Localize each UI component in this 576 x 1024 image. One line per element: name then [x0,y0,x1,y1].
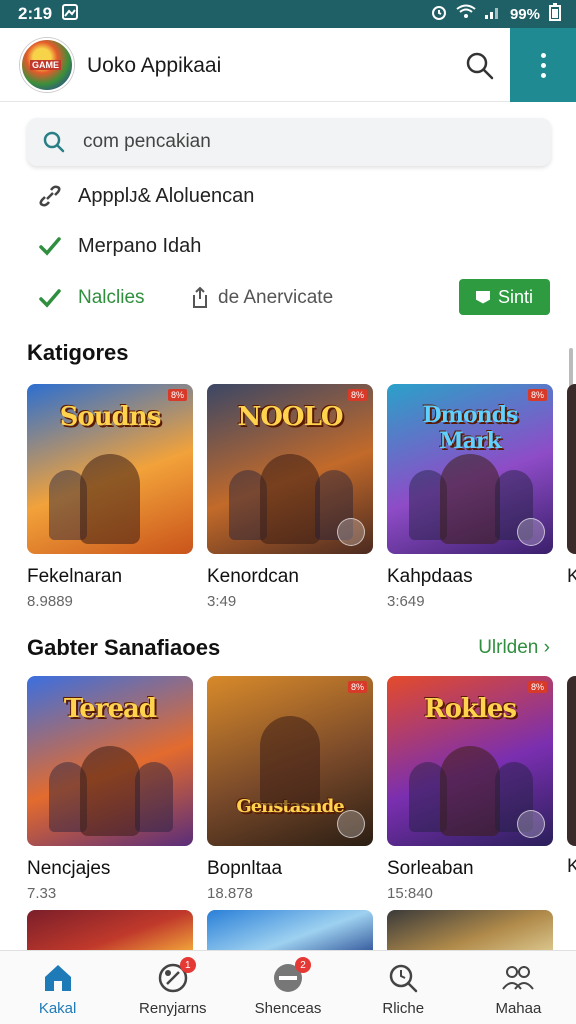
suggestion-label: Merpano Idah [78,234,202,257]
filter-label: Nalclies [78,287,145,308]
category-card[interactable]: Soudns 8% Fekelnaran 8.9889 [27,384,193,610]
filter-row: Nalclies de Anervicate Sinti [36,279,556,316]
filter-chip[interactable]: Nalclies [36,284,145,312]
nav-label: Renyjarns [139,1000,207,1017]
suggestion-item[interactable]: Appplᴊ& Aloluencan [36,182,254,210]
nav-games[interactable]: 1 Renyjarns [115,951,230,1024]
card-thumbnail: Soudns 8% [27,384,193,554]
card-meta: 3:49 [207,593,237,610]
status-time: 2:19 [18,4,53,23]
nav-home[interactable]: Kakal [0,951,115,1024]
game-card[interactable]: Teread Nencjajes 7.33 [27,676,193,902]
suggestion-label: Appplᴊ& Aloluencan [78,184,255,207]
search-button[interactable] [462,48,498,84]
category-card[interactable]: Dmonds Mark 8% Kahpdaas 3:649 [387,384,553,610]
share-icon [190,287,210,309]
card-thumbnail[interactable] [387,910,553,950]
notification-badge: 1 [179,957,196,973]
wifi-icon [456,4,476,24]
game-card[interactable]: Rokles 8% Sorleaban 15:840 [387,676,553,902]
expand-icon[interactable] [337,810,365,838]
card-peek-title: K [567,856,576,877]
section-title: Gabter Sanafiaoes [27,635,221,660]
nav-search[interactable]: Rliche [346,951,461,1024]
people-icon [501,961,535,995]
app-title: Uoko Appikaai [87,54,222,77]
image-notification-icon [62,3,79,25]
card-thumbnail: Genstasnde 8% [207,676,373,846]
card-thumbnail: Teread [27,676,193,846]
bottom-navigation: Kakal 1 Renyjarns 2 Shenceas Rliche Maha… [0,950,576,1024]
signal-icon [484,4,502,24]
card-meta: 15:840 [387,885,433,902]
search-icon [466,52,494,80]
suggestion-item[interactable]: Merpano Idah [36,232,201,260]
see-more-link[interactable]: Ulrlden › [478,637,550,659]
card-meta: 8.9889 [27,593,73,610]
card-peek-title: K [567,566,576,587]
link-icon [36,182,64,210]
search-icon [386,961,420,995]
card-title: Bopnltaa [207,858,283,879]
card-title: Kahpdaas [387,566,473,587]
nav-label: Shenceas [254,1000,322,1017]
card-thumbnail: NOOLO 8% [207,384,373,554]
nav-downloads[interactable]: 2 Shenceas [230,951,345,1024]
search-text: com pencakian [83,131,211,152]
card-title: Nencjajes [27,858,111,879]
tag-icon [475,290,490,304]
battery-percent: 99% [509,5,540,23]
card-thumbnail: Dmonds Mark 8% [387,384,553,554]
app-logo[interactable]: GAME [20,38,74,92]
more-vert-icon [540,52,546,78]
nav-label: Kakal [38,1000,77,1017]
controller-icon: 1 [156,957,196,995]
battery-icon [548,3,562,25]
home-icon [41,961,75,995]
search-icon [43,131,65,153]
check-link-icon [36,232,64,260]
notification-badge: 2 [295,957,311,973]
filter-label: de Anervicate [218,287,334,308]
nav-label: Mahaa [495,1000,542,1017]
section-title: Katigores [27,340,129,365]
check-link-icon [36,284,64,312]
alarm-icon [430,3,448,25]
filter-chip[interactable]: de Anervicate [190,287,333,309]
card-title: Sorleaban [387,858,474,879]
status-bar: 2:19 99% [0,0,576,28]
card-meta: 18.878 [207,885,253,902]
expand-icon[interactable] [517,810,545,838]
card-title: Kenordcan [207,566,299,587]
card-meta: 3:649 [387,593,425,610]
card-peek[interactable] [567,676,576,846]
nav-label: Rliche [382,1000,425,1017]
game-card[interactable]: Genstasnde 8% Bopnltaa 18.878 [207,676,373,902]
nav-people[interactable]: Mahaa [461,951,576,1024]
category-card[interactable]: NOOLO 8% Kenordcan 3:49 [207,384,373,610]
search-input[interactable]: com pencakian [27,118,551,166]
expand-icon[interactable] [517,518,545,546]
card-title: Fekelnaran [27,566,123,587]
card-thumbnail[interactable] [207,910,373,950]
card-thumbnail[interactable] [27,910,193,950]
card-peek[interactable] [567,384,576,554]
overflow-menu-button[interactable] [510,28,576,102]
expand-icon[interactable] [337,518,365,546]
card-meta: 7.33 [27,885,57,902]
download-icon: 2 [271,957,311,995]
card-thumbnail: Rokles 8% [387,676,553,846]
sort-button[interactable]: Sinti [459,279,550,315]
sort-button-label: Sinti [497,286,533,307]
app-bar: GAME Uoko Appikaai [0,28,576,102]
scroll-indicator[interactable] [569,348,573,388]
